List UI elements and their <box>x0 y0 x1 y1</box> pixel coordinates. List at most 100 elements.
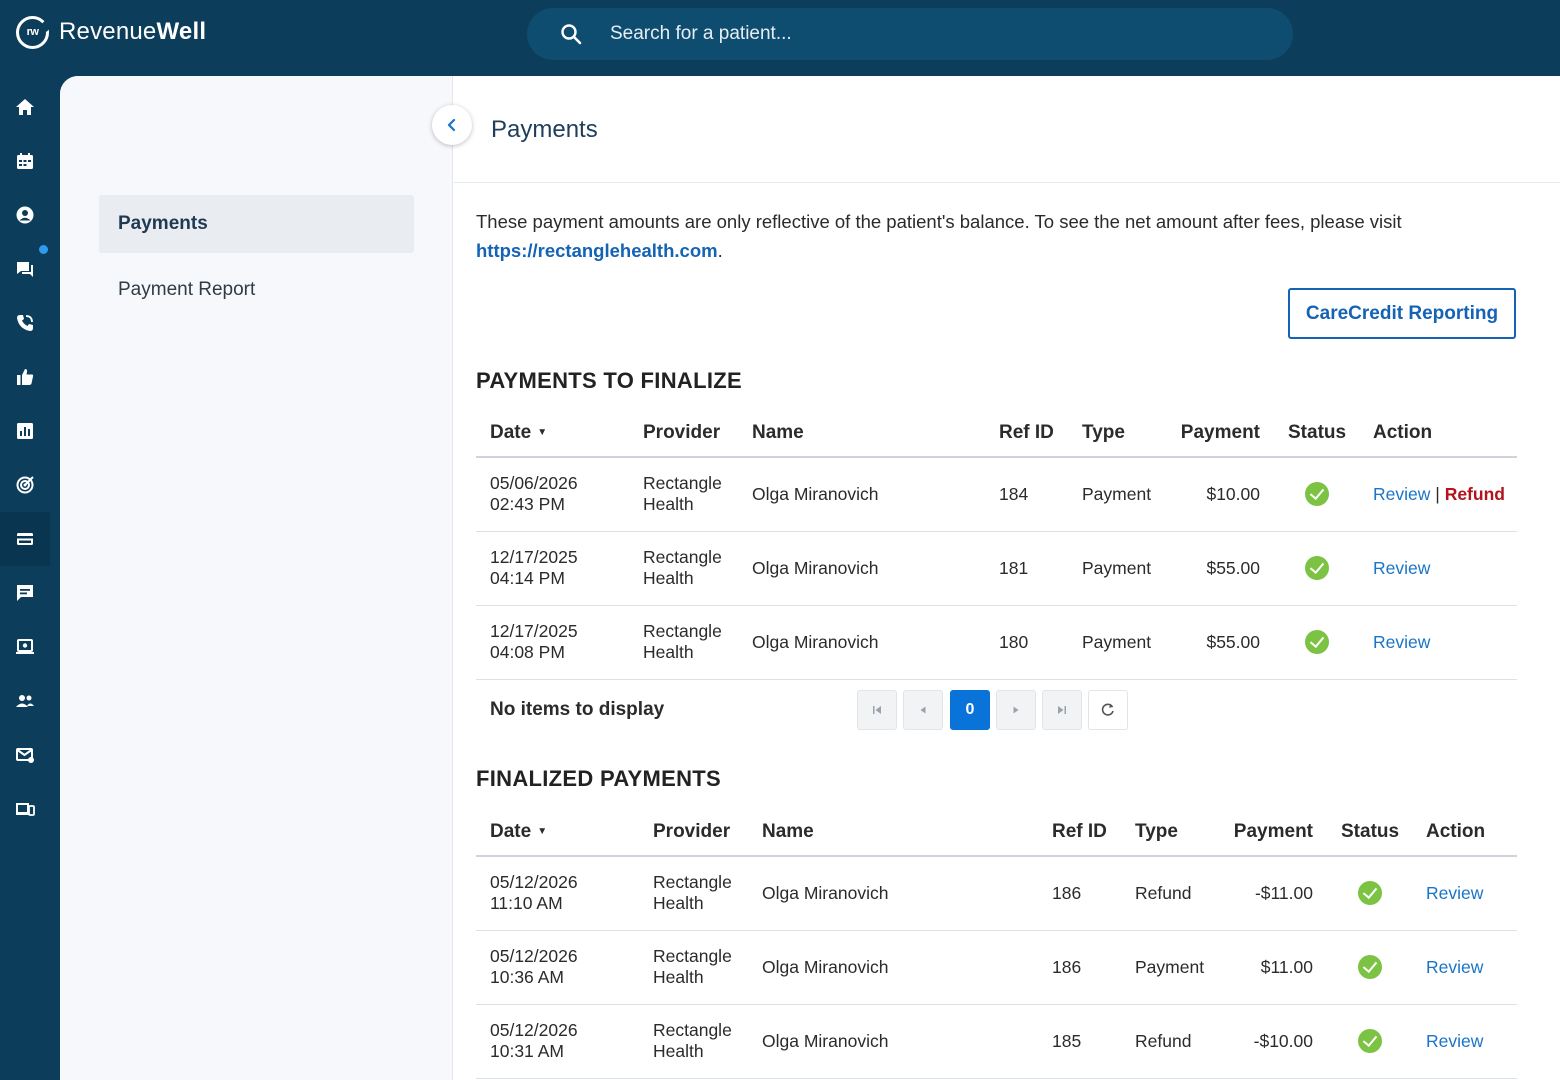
column-header-provider[interactable]: Provider <box>629 409 738 458</box>
calendar-icon[interactable] <box>0 134 50 188</box>
date-cell: 12/17/2025 04:08 PM <box>476 605 629 680</box>
carecredit-reporting-button[interactable]: CareCredit Reporting <box>1288 288 1516 339</box>
column-header-provider[interactable]: Provider <box>639 808 748 857</box>
collapse-subnav-button[interactable] <box>432 105 472 145</box>
payment-date: 05/06/2026 <box>490 473 578 494</box>
current-page-button[interactable]: 0 <box>950 690 990 730</box>
payment-amount-cell: -$10.00 <box>1216 1004 1327 1079</box>
subnav-item-payment-report[interactable]: Payment Report <box>99 261 414 319</box>
rectangle-health-link[interactable]: https://rectanglehealth.com <box>476 240 718 261</box>
date-cell: 05/06/2026 02:43 PM <box>476 457 629 532</box>
last-page-button[interactable] <box>1042 690 1082 730</box>
provider-name-line-1: Rectangle <box>653 946 732 966</box>
patient-name-link[interactable]: Olga Miranovich <box>738 457 985 532</box>
status-cell <box>1327 930 1412 1005</box>
column-header-status[interactable]: Status <box>1327 808 1412 857</box>
chevron-left-icon <box>447 118 456 132</box>
status-cell <box>1327 856 1412 931</box>
type-cell: Payment <box>1068 605 1163 680</box>
team-icon[interactable] <box>0 674 50 728</box>
column-header-name[interactable]: Name <box>738 409 985 458</box>
phone-icon[interactable] <box>0 296 50 350</box>
next-page-button[interactable] <box>996 690 1036 730</box>
previous-page-button[interactable] <box>903 690 943 730</box>
type-cell: Payment <box>1121 930 1216 1005</box>
review-link[interactable]: Review <box>1373 484 1430 504</box>
type-cell: Payment <box>1068 531 1163 606</box>
patient-search[interactable] <box>527 8 1293 60</box>
analytics-icon[interactable] <box>0 404 50 458</box>
action-cell: Review <box>1412 1004 1517 1079</box>
finalized-payments-title: FINALIZED PAYMENTS <box>476 766 721 791</box>
payments-card-icon[interactable] <box>0 512 50 566</box>
home-icon[interactable] <box>0 80 50 134</box>
patient-name-link[interactable]: Olga Miranovich <box>738 531 985 606</box>
search-input[interactable] <box>610 8 1250 60</box>
refresh-icon <box>1101 703 1114 716</box>
refund-link[interactable]: Refund <box>1445 484 1505 504</box>
date-cell: 12/17/2025 04:14 PM <box>476 531 629 606</box>
column-header-action: Action <box>1412 808 1517 857</box>
refresh-button[interactable] <box>1088 690 1128 730</box>
provider-link[interactable]: Rectangle Health <box>629 457 738 532</box>
date-cell: 05/12/2026 11:10 AM <box>476 856 639 931</box>
thumbs-up-icon[interactable] <box>0 350 50 404</box>
patient-name-link[interactable]: Olga Miranovich <box>748 856 1038 931</box>
column-header-payment[interactable]: Payment <box>1163 409 1274 458</box>
column-header-ref-id[interactable]: Ref ID <box>985 409 1068 458</box>
notice-text: These payment amounts are only reflectiv… <box>476 211 1402 232</box>
last-page-icon <box>1058 706 1066 714</box>
column-header-date[interactable]: Date ▼ <box>476 409 629 458</box>
column-header-type[interactable]: Type <box>1068 409 1163 458</box>
brand-name: RevenueWell <box>59 18 206 46</box>
provider-name-line-2: Health <box>653 893 704 914</box>
mail-icon[interactable] <box>0 728 50 782</box>
patient-name-link[interactable]: Olga Miranovich <box>738 605 985 680</box>
column-header-date-label: Date <box>490 820 532 842</box>
screen-icon[interactable] <box>0 620 50 674</box>
sort-desc-icon: ▼ <box>537 426 548 438</box>
table-row: 12/17/2025 04:08 PM Rectangle Health Olga … <box>476 605 1517 680</box>
column-header-payment[interactable]: Payment <box>1216 808 1327 857</box>
column-header-ref-id[interactable]: Ref ID <box>1038 808 1121 857</box>
balance-notice: These payment amounts are only reflectiv… <box>476 207 1526 265</box>
column-header-name[interactable]: Name <box>748 808 1038 857</box>
payment-time: 10:36 AM <box>490 967 564 987</box>
column-header-date[interactable]: Date ▼ <box>476 808 639 857</box>
payments-to-finalize-title: PAYMENTS TO FINALIZE <box>476 368 742 393</box>
review-link[interactable]: Review <box>1426 1031 1483 1051</box>
provider-link[interactable]: Rectangle Health <box>639 1004 748 1079</box>
revenuewell-logo[interactable]: rw RevenueWell <box>16 14 206 50</box>
feedback-icon[interactable] <box>0 566 50 620</box>
provider-link[interactable]: Rectangle Health <box>629 531 738 606</box>
icon-rail <box>0 76 60 1080</box>
patient-icon[interactable] <box>0 188 50 242</box>
review-link[interactable]: Review <box>1426 957 1483 977</box>
devices-icon[interactable] <box>0 782 50 836</box>
table-row: 05/12/2026 11:10 AM Rectangle Health Olga … <box>476 856 1517 931</box>
first-page-button[interactable] <box>857 690 897 730</box>
target-icon[interactable] <box>0 458 50 512</box>
payment-date: 12/17/2025 <box>490 547 578 567</box>
review-link[interactable]: Review <box>1426 883 1483 903</box>
provider-link[interactable]: Rectangle Health <box>639 856 748 931</box>
action-cell: Review <box>1412 856 1517 931</box>
review-link[interactable]: Review <box>1373 558 1430 578</box>
provider-name-line-2: Health <box>653 967 704 987</box>
provider-name-line-2: Health <box>643 568 694 588</box>
patient-name-link[interactable]: Olga Miranovich <box>748 1004 1038 1079</box>
provider-link[interactable]: Rectangle Health <box>639 930 748 1005</box>
patient-name-link[interactable]: Olga Miranovich <box>748 930 1038 1005</box>
subnav-item-payments[interactable]: Payments <box>99 195 414 253</box>
ref-id-cell: 185 <box>1038 1004 1121 1079</box>
review-link[interactable]: Review <box>1373 632 1430 652</box>
column-header-status[interactable]: Status <box>1274 409 1359 458</box>
provider-link[interactable]: Rectangle Health <box>629 605 738 680</box>
payment-time: 11:10 AM <box>490 893 563 914</box>
ref-id-cell: 186 <box>1038 856 1121 931</box>
column-header-type[interactable]: Type <box>1121 808 1216 857</box>
status-complete-icon <box>1357 1029 1382 1053</box>
provider-name-line-2: Health <box>643 494 694 515</box>
brand-name-regular: Revenue <box>59 18 157 45</box>
provider-name-line-2: Health <box>653 1041 704 1061</box>
